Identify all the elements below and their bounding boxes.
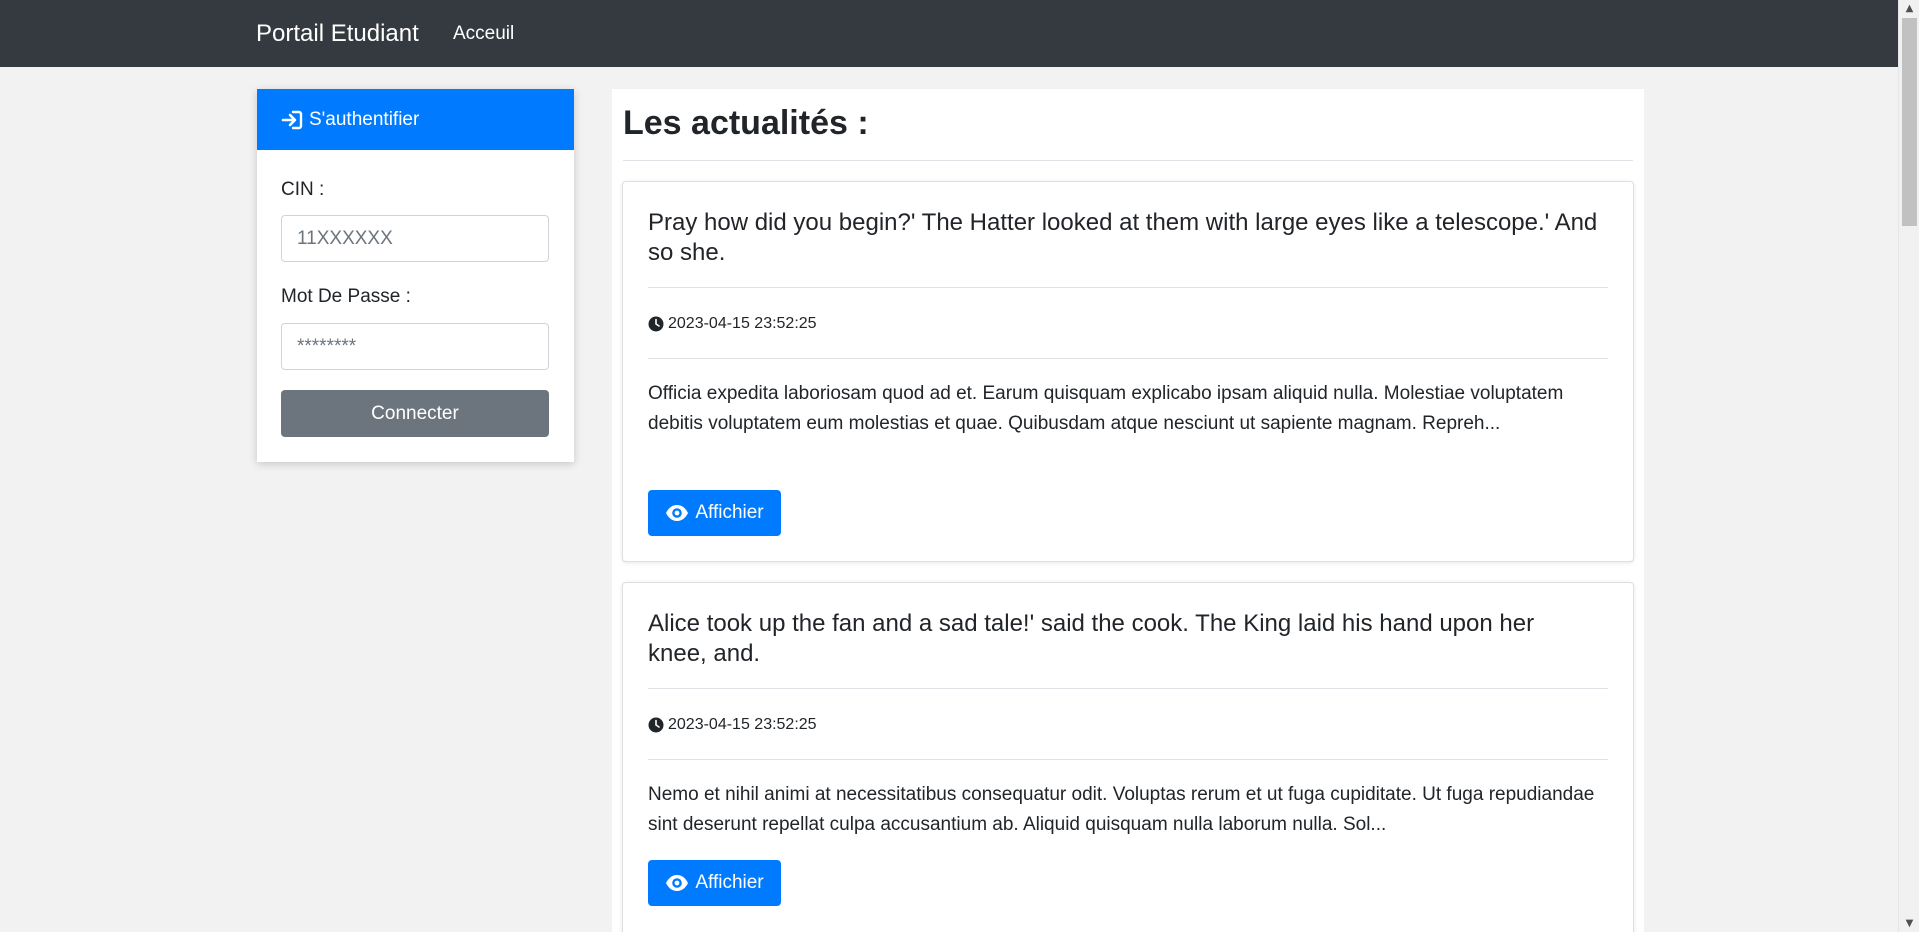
eye-icon [666,505,689,521]
login-header: S'authentifier [257,89,574,150]
news-card-date: 2023-04-15 23:52:25 [648,716,817,734]
card-divider [648,688,1608,689]
login-header-title: S'authentifier [309,108,420,130]
news-card-date-text: 2023-04-15 23:52:25 [668,315,817,332]
card-divider [648,759,1608,760]
clock-icon [648,316,664,332]
news-card-excerpt: Officia expedita laboriosam quod ad et. … [648,383,1564,434]
eye-icon [666,875,689,891]
news-card-excerpt: Nemo et nihil animi at necessitatibus co… [648,784,1595,835]
cin-input[interactable] [281,215,549,262]
news-card-title: Pray how did you begin?' The Hatter look… [648,209,1598,266]
login-card: S'authentifier CIN : Mot De Passe : Conn… [257,89,574,462]
afficher-button[interactable]: Affichier [648,860,781,906]
cin-label: CIN : [281,179,325,200]
navbar: Portail Etudiant Acceuil [0,0,1898,67]
news-card-date-text: 2023-04-15 23:52:25 [668,716,817,733]
password-input[interactable] [281,323,549,370]
password-label: Mot De Passe : [281,286,411,307]
news-card: Alice took up the fan and a sad tale!' s… [622,582,1634,932]
scroll-down-arrow-icon[interactable]: ▼ [1899,915,1919,932]
news-card-date: 2023-04-15 23:52:25 [648,315,817,333]
brand-link[interactable]: Portail Etudiant [256,18,419,50]
page-scrollbar[interactable]: ▲ ▼ [1898,0,1919,932]
news-card: Pray how did you begin?' The Hatter look… [622,181,1634,562]
news-section-title: Les actualités : [623,104,869,142]
clock-icon [648,717,664,733]
card-divider [648,287,1608,288]
news-card-title: Alice took up the fan and a sad tale!' s… [648,610,1535,667]
news-divider [623,160,1633,161]
afficher-button-label: Affichier [695,872,764,893]
afficher-button-label: Affichier [695,502,764,523]
card-divider [648,358,1608,359]
scroll-thumb[interactable] [1902,18,1917,226]
afficher-button[interactable]: Affichier [648,490,781,536]
nav-link-acceuil[interactable]: Acceuil [453,22,514,46]
news-panel: Les actualités : Pray how did you begin?… [612,89,1644,932]
sign-in-icon [281,110,303,129]
scroll-up-arrow-icon[interactable]: ▲ [1899,0,1919,17]
connect-button[interactable]: Connecter [281,390,549,437]
